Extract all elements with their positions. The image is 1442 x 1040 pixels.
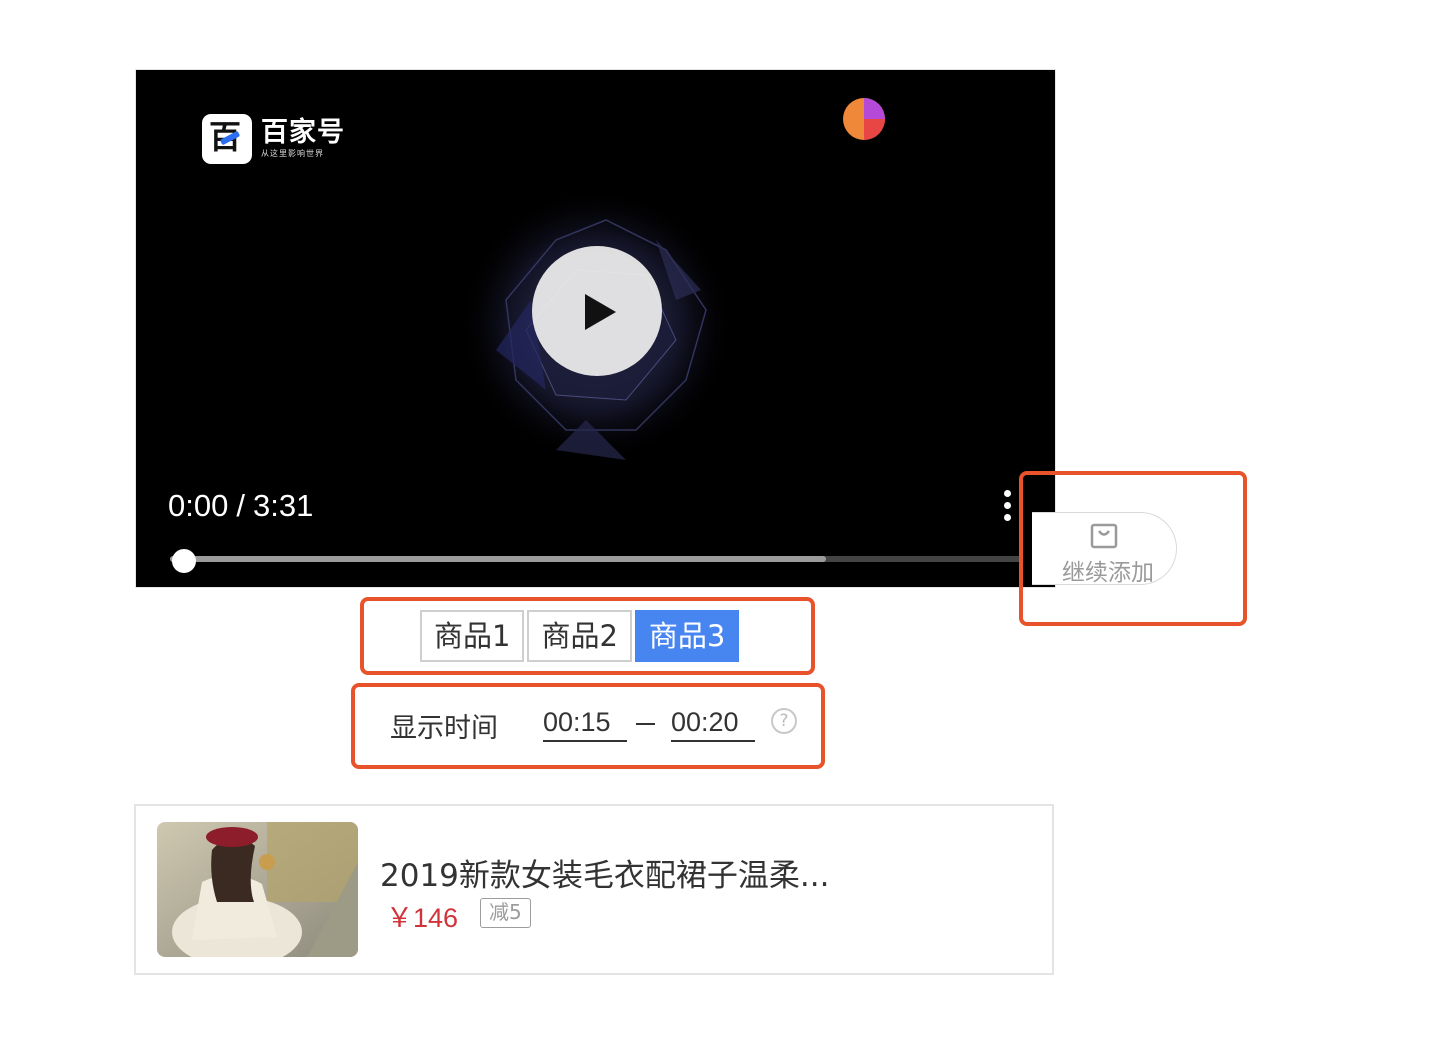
end-time-input[interactable]: 00:20 (671, 702, 755, 742)
product-image (157, 822, 358, 957)
time-display: 0:00/3:31 (168, 488, 313, 524)
coupon-badge: 减5 (480, 898, 531, 928)
product-tabs: 商品1 商品2 商品3 (420, 610, 742, 662)
tab-product-1[interactable]: 商品1 (420, 610, 525, 662)
product-title[interactable]: 2019新款女装毛衣配裙子温柔... (380, 850, 829, 895)
buffer-bar (170, 556, 827, 562)
progress-bar[interactable] (170, 556, 1022, 562)
logo-mark: 百 (202, 114, 252, 164)
play-icon (585, 294, 616, 330)
play-button[interactable] (532, 246, 662, 376)
tab-product-3[interactable]: 商品3 (634, 610, 740, 662)
logo-subtitle: 从这里影响世界 (261, 149, 324, 158)
baijiahao-logo: 百 百家号 从这里影响世界 (202, 114, 345, 164)
time-range-dash (636, 723, 655, 725)
progress-handle[interactable] (172, 549, 196, 573)
time-separator: / (236, 488, 245, 523)
product-price: ￥146 (386, 903, 459, 933)
display-time-label: 显示时间 (390, 713, 498, 744)
current-time: 0:00 (168, 488, 229, 523)
question-circle-icon[interactable]: ? (771, 708, 797, 734)
duration: 3:31 (252, 488, 314, 523)
product-card[interactable]: 2019新款女装毛衣配裙子温柔... ￥146 减5 (134, 804, 1054, 975)
video-player[interactable]: 百 百家号 从这里影响世界 0:00/3:31 (135, 69, 1056, 588)
tab-product-2[interactable]: 商品2 (527, 610, 632, 662)
start-time-input[interactable]: 00:15 (543, 702, 627, 742)
logo-title: 百家号 (261, 117, 345, 148)
more-options-icon[interactable] (1000, 490, 1014, 526)
highlight-box-add (1019, 471, 1247, 626)
watermark-icon (843, 98, 885, 140)
